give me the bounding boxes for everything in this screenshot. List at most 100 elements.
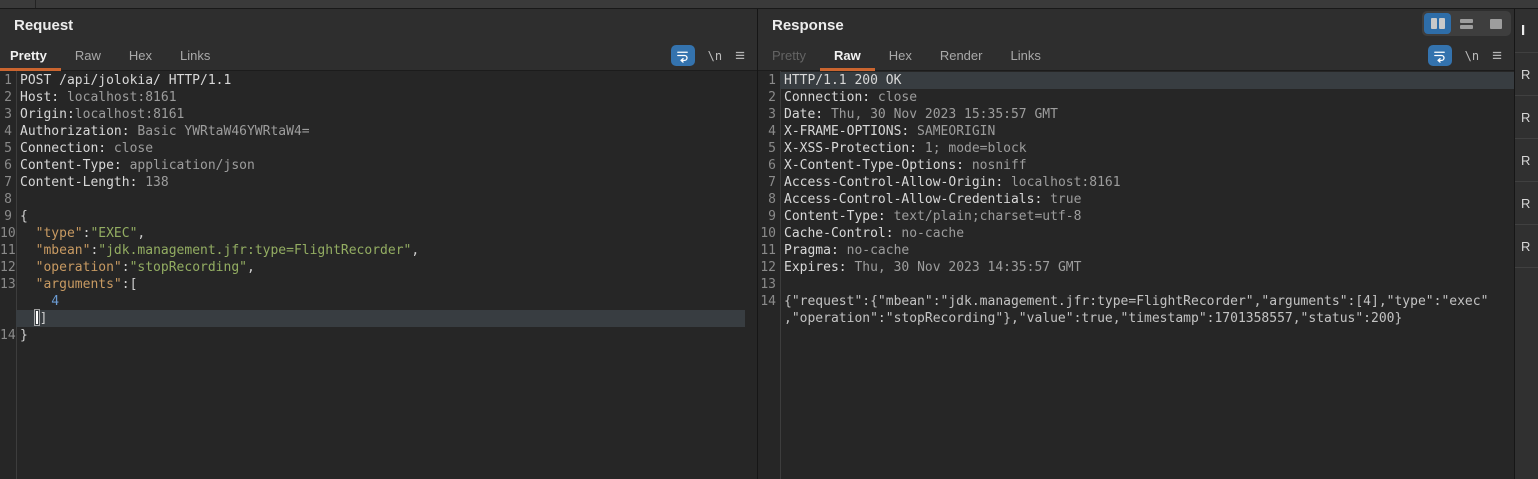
line-number: 12: [758, 259, 780, 276]
line-number: 6: [758, 157, 780, 174]
line-number: 14: [0, 327, 16, 344]
request-tab-hex[interactable]: Hex: [115, 41, 166, 70]
request-tab-raw[interactable]: Raw: [61, 41, 115, 70]
editor-menu-icon[interactable]: ≡: [735, 47, 745, 64]
line-number: 7: [758, 174, 780, 191]
code-line: 1HTTP/1.1 200 OK: [758, 72, 1514, 89]
code-line: 8Access-Control-Allow-Credentials: true: [758, 191, 1514, 208]
message-editor-split: Request Pretty Raw Hex Links \n ≡ 1POST …: [0, 9, 1538, 479]
code-line: 2Connection: close: [758, 89, 1514, 106]
top-edge-strip: [0, 0, 1538, 9]
split-rows-icon: [1460, 19, 1473, 29]
tab-label: Pretty: [10, 48, 47, 63]
code-line: 8: [0, 191, 757, 208]
line-number: 6: [0, 157, 16, 174]
response-panel: Response Pretty Raw Hex Render Links \n …: [758, 9, 1515, 479]
inspector-rail: IRRRRR: [1515, 9, 1538, 479]
response-tab-pretty[interactable]: Pretty: [758, 41, 820, 70]
code-line: 12Expires: Thu, 30 Nov 2023 14:35:57 GMT: [758, 259, 1514, 276]
code-line: 5X-XSS-Protection: 1; mode=block: [758, 140, 1514, 157]
request-panel-title: Request: [0, 9, 757, 41]
request-editor-toolbar: \n ≡: [671, 41, 757, 70]
code-line: 3Origin:localhost:8161: [0, 106, 757, 123]
editor-menu-icon[interactable]: ≡: [1492, 47, 1502, 64]
line-number: 13: [758, 276, 780, 293]
response-editor-toolbar: \n ≡: [1428, 41, 1514, 70]
request-panel: Request Pretty Raw Hex Links \n ≡ 1POST …: [0, 9, 758, 479]
code-line: 6X-Content-Type-Options: nosniff: [758, 157, 1514, 174]
inspector-header[interactable]: I: [1515, 9, 1538, 53]
code-line: 14}: [0, 327, 757, 344]
code-line: 13: [758, 276, 1514, 293]
code-line: 9Content-Type: text/plain;charset=utf-8: [758, 208, 1514, 225]
line-number: 7: [0, 174, 16, 191]
response-panel-title: Response: [758, 9, 1514, 41]
word-wrap-toggle[interactable]: [671, 45, 695, 66]
layout-switcher: [1422, 11, 1511, 36]
line-number: 9: [0, 208, 16, 225]
code-line: 11 "mbean":"jdk.management.jfr:type=Flig…: [0, 242, 757, 259]
inspector-section[interactable]: R: [1515, 225, 1538, 268]
line-number: 2: [758, 89, 780, 106]
word-wrap-icon: [1432, 48, 1447, 63]
response-tab-links[interactable]: Links: [996, 41, 1054, 70]
code-line: 3Date: Thu, 30 Nov 2023 15:35:57 GMT: [758, 106, 1514, 123]
request-tab-pretty[interactable]: Pretty: [0, 41, 61, 70]
code-line: ]: [0, 310, 757, 327]
code-line: 11Pragma: no-cache: [758, 242, 1514, 259]
request-editor[interactable]: 1POST /api/jolokia/ HTTP/1.12Host: local…: [0, 71, 757, 479]
show-newlines-toggle[interactable]: \n: [708, 49, 722, 63]
code-line: 1POST /api/jolokia/ HTTP/1.1: [0, 72, 757, 89]
word-wrap-icon: [675, 48, 690, 63]
text-caret: [36, 311, 38, 324]
tab-label: Pretty: [772, 48, 806, 63]
line-number: 13: [0, 276, 16, 293]
code-line: 4Authorization: Basic YWRtaW46YWRtaW4=: [0, 123, 757, 140]
tab-label: Links: [1010, 48, 1040, 63]
single-pane-button[interactable]: [1482, 13, 1509, 34]
line-number: 4: [0, 123, 16, 140]
response-tab-raw[interactable]: Raw: [820, 41, 875, 70]
tab-label: Hex: [889, 48, 912, 63]
line-number: 1: [758, 72, 780, 89]
show-newlines-toggle[interactable]: \n: [1465, 49, 1479, 63]
line-number: 14: [758, 293, 780, 310]
tab-label: Raw: [834, 48, 861, 63]
split-rows-button[interactable]: [1453, 13, 1480, 34]
code-line: 2Host: localhost:8161: [0, 89, 757, 106]
tab-label: Raw: [75, 48, 101, 63]
response-tab-hex[interactable]: Hex: [875, 41, 926, 70]
line-number: 3: [758, 106, 780, 123]
code-line: 14{"request":{"mbean":"jdk.management.jf…: [758, 293, 1514, 310]
response-tab-render[interactable]: Render: [926, 41, 997, 70]
code-line: 10Cache-Control: no-cache: [758, 225, 1514, 242]
line-number: [0, 310, 16, 327]
split-columns-button[interactable]: [1424, 13, 1451, 34]
line-number: 4: [758, 123, 780, 140]
request-tabs-row: Pretty Raw Hex Links \n ≡: [0, 41, 757, 71]
code-line: 9{: [0, 208, 757, 225]
tab-label: Render: [940, 48, 983, 63]
top-edge-divider: [35, 0, 36, 8]
word-wrap-toggle[interactable]: [1428, 45, 1452, 66]
line-number: 5: [0, 140, 16, 157]
inspector-section[interactable]: R: [1515, 96, 1538, 139]
inspector-section[interactable]: R: [1515, 182, 1538, 225]
line-number: 12: [0, 259, 16, 276]
response-editor[interactable]: 1HTTP/1.1 200 OK2Connection: close3Date:…: [758, 71, 1514, 479]
line-number: 8: [0, 191, 16, 208]
line-number: 3: [0, 106, 16, 123]
code-line: ,"operation":"stopRecording"},"value":tr…: [758, 310, 1514, 327]
code-line: 10 "type":"EXEC",: [0, 225, 757, 242]
code-line: 4X-FRAME-OPTIONS: SAMEORIGIN: [758, 123, 1514, 140]
code-line: 5Connection: close: [0, 140, 757, 157]
line-number: 11: [758, 242, 780, 259]
line-number: 9: [758, 208, 780, 225]
line-number: [0, 293, 16, 310]
inspector-section[interactable]: R: [1515, 139, 1538, 182]
code-line: 4: [0, 293, 757, 310]
inspector-section[interactable]: R: [1515, 53, 1538, 96]
code-line: 13 "arguments":[: [0, 276, 757, 293]
request-tab-links[interactable]: Links: [166, 41, 224, 70]
tab-label: Hex: [129, 48, 152, 63]
